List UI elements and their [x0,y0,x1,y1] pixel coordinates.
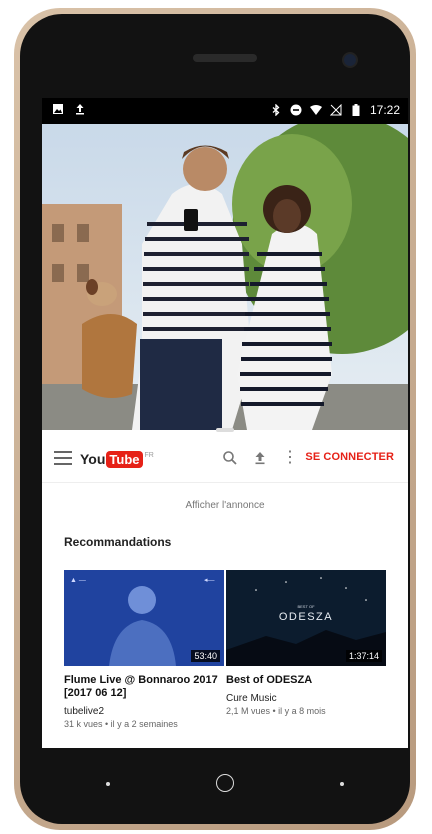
logo-you: You [80,451,106,467]
svg-text:◂—: ◂— [204,577,215,584]
home-button[interactable] [216,774,234,792]
navigation-bar [42,748,408,820]
video-thumbnail[interactable]: ▲ — ◂— 53:40 [64,570,224,666]
thumb-text-small: BEST OF [297,604,315,609]
bluetooth-icon [270,103,282,117]
video-duration: 1:37:14 [345,650,382,662]
video-channel[interactable]: tubelive2 [64,706,224,717]
video-channel[interactable]: Cure Music [226,693,386,704]
youtube-logo[interactable]: You Tube FR [80,449,154,469]
status-bar: 17:22 [42,98,408,124]
video-title[interactable]: Best of ODESZA [226,674,386,687]
status-time: 17:22 [369,103,400,117]
sign-in-button[interactable]: SE CONNECTER [305,451,394,463]
do-not-disturb-icon [290,104,302,116]
menu-icon[interactable] [54,451,72,465]
screen: 17:22 You Tube FR ⋮ SE CONNECTER Affiche… [42,98,408,748]
thumb-text: ODESZA [279,611,333,623]
split-screen-handle[interactable] [216,428,234,432]
upload-icon [74,103,86,115]
video-card[interactable]: BEST OF ODESZA 1:37:14 Best of ODESZA Cu… [226,570,386,716]
video-title[interactable]: Flume Live @ Bonnaroo 2017 [2017 06 12] [64,674,224,700]
video-card[interactable]: ▲ — ◂— 53:40 Flume Live @ Bonnaroo 2017 … [64,570,224,729]
video-duration: 53:40 [191,650,220,662]
logo-tube: Tube [106,450,143,468]
video-meta: 2,1 M vues • il y a 8 mois [226,706,326,716]
back-button[interactable] [106,782,110,786]
logo-region: FR [144,451,154,459]
section-title: Recommandations [64,535,172,549]
image-icon [52,103,64,115]
recent-apps-button[interactable] [340,782,344,786]
front-camera [344,54,356,66]
earpiece [193,54,257,62]
more-options-icon[interactable]: ⋮ [282,448,298,468]
battery-icon [350,104,362,116]
youtube-top-bar: You Tube FR ⋮ SE CONNECTER [42,434,408,483]
ad-label[interactable]: Afficher l'annonce [42,500,408,511]
svg-text:▲ —: ▲ — [70,577,86,584]
no-sim-icon [329,103,342,116]
search-icon[interactable] [222,450,238,466]
video-meta: 31 k vues • il y a 2 semaines [64,719,178,729]
wifi-icon [309,104,322,116]
upload-video-icon[interactable] [252,450,268,466]
video-thumbnail[interactable]: BEST OF ODESZA 1:37:14 [226,570,386,666]
hero-photo [42,124,408,430]
